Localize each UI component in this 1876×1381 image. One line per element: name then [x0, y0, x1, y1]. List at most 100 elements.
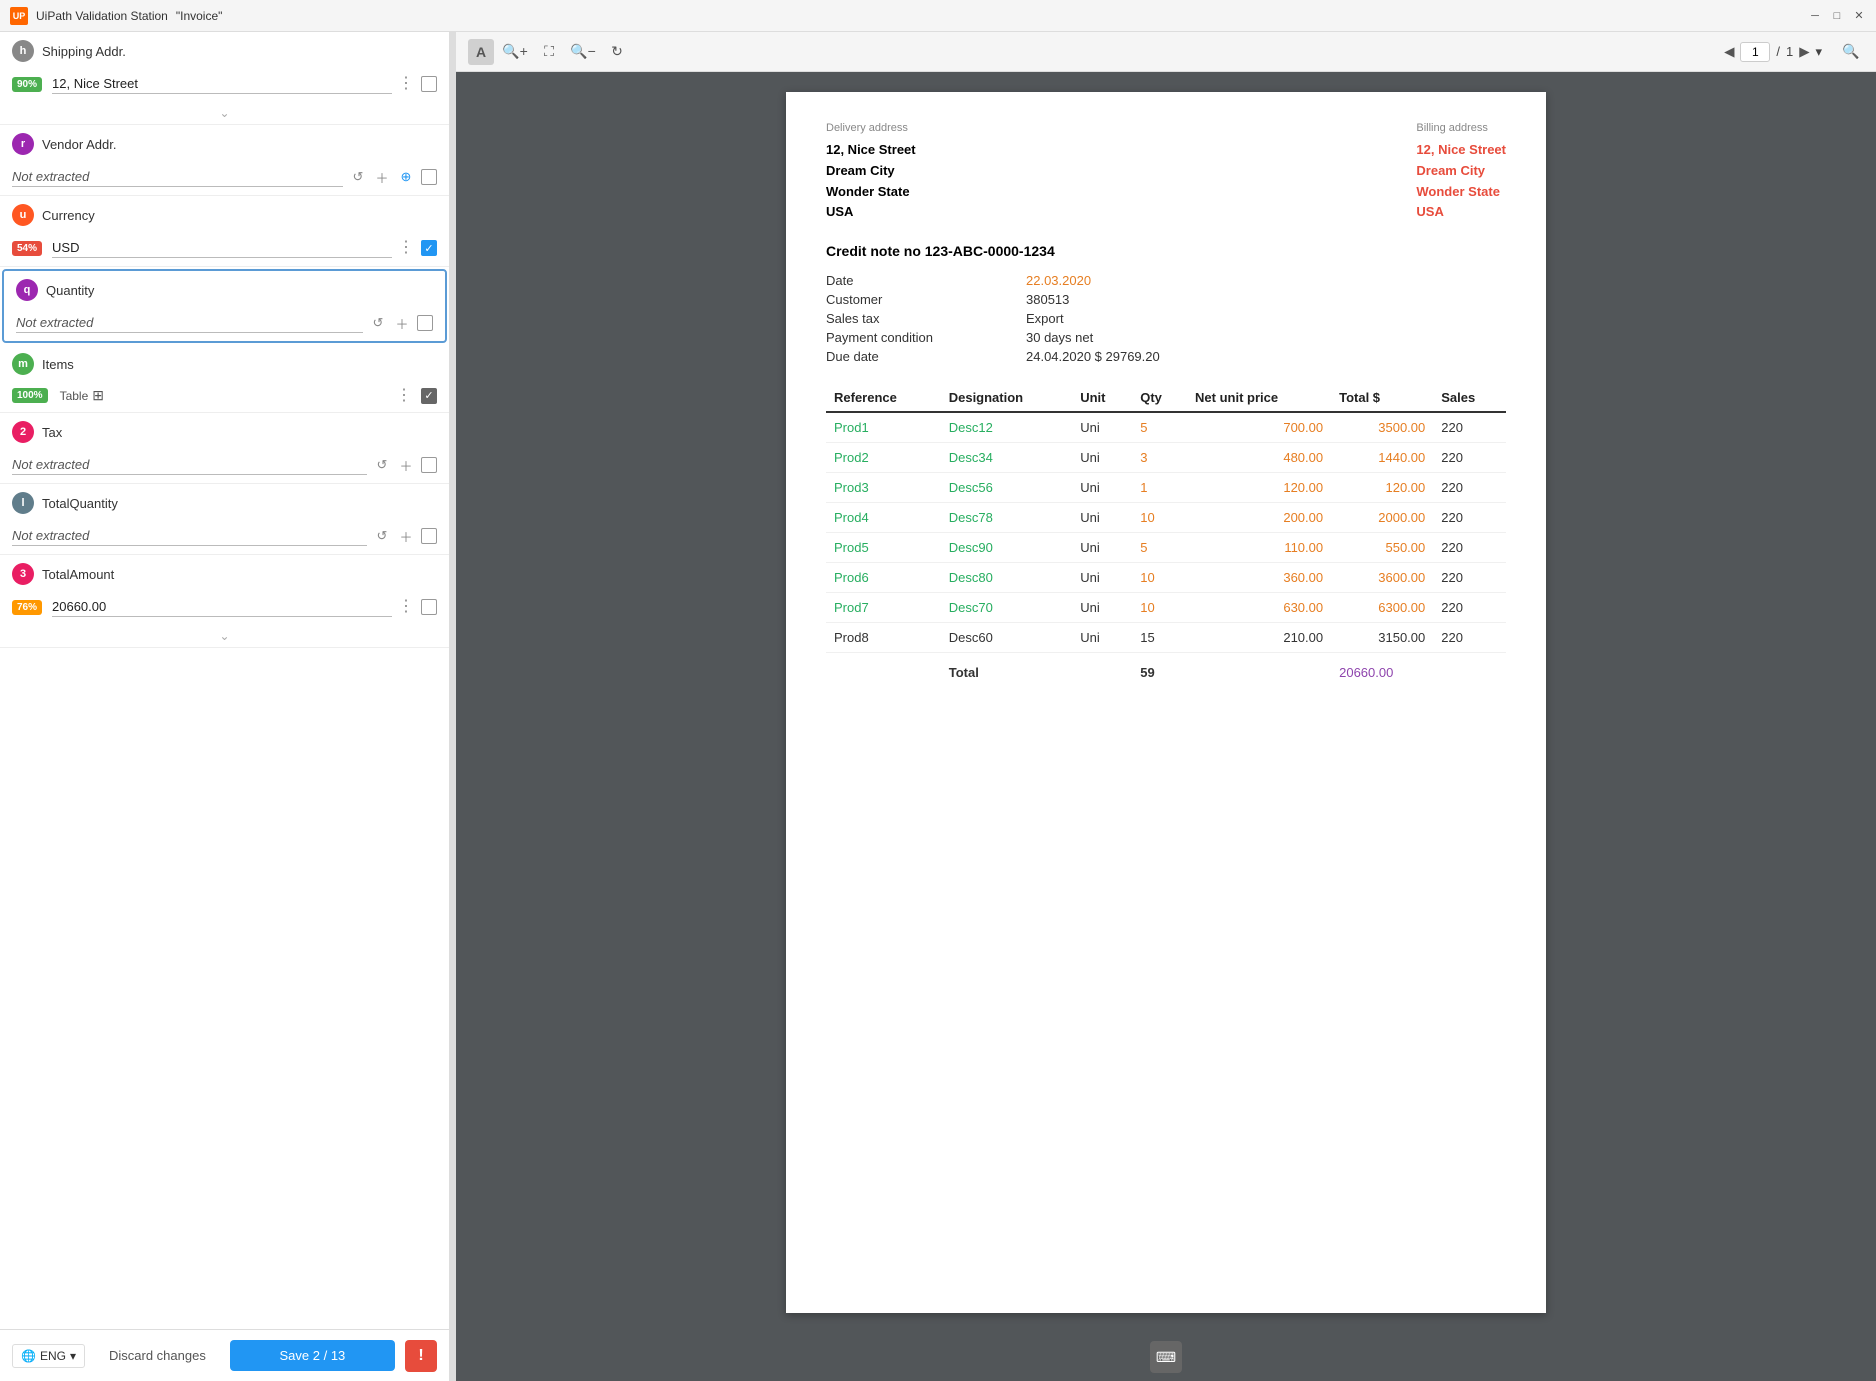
currency-value[interactable]: USD — [52, 238, 392, 258]
table-header-row: Reference Designation Unit Qty Net unit … — [826, 384, 1506, 412]
refresh-button[interactable]: ↻ — [604, 39, 630, 65]
page-dropdown-icon[interactable]: ▾ — [1815, 44, 1822, 60]
field-currency: u Currency 54% USD ⋮ ✓ — [0, 196, 449, 267]
row-unit: Uni — [1072, 623, 1132, 653]
items-dots-icon[interactable]: ⋮ — [396, 388, 413, 404]
total-net — [1187, 653, 1331, 688]
text-tool-button[interactable]: A — [468, 39, 494, 65]
table-total-row: Total 59 20660.00 — [826, 653, 1506, 688]
total-amount-dots-icon[interactable]: ⋮ — [398, 599, 415, 615]
row-qty: 10 — [1132, 503, 1187, 533]
row-qty: 10 — [1132, 593, 1187, 623]
field-tax-header: 2 Tax — [0, 413, 449, 451]
row-unit: Uni — [1072, 443, 1132, 473]
next-page-button[interactable]: ▶ — [1799, 44, 1809, 60]
page-input[interactable] — [1740, 42, 1770, 62]
currency-actions: ⋮ ✓ — [398, 240, 437, 256]
items-table-btn[interactable]: Table ⊞ — [60, 387, 104, 404]
row-desc: Desc34 — [941, 443, 1072, 473]
total-qty-undo-icon[interactable]: ↺ — [373, 527, 391, 545]
currency-checkbox[interactable]: ✓ — [421, 240, 437, 256]
items-grid-icon: ⊞ — [92, 387, 104, 404]
tax-value[interactable]: Not extracted — [12, 455, 367, 475]
row-ref: Prod6 — [826, 563, 941, 593]
field-total-quantity-label: TotalQuantity — [42, 496, 437, 511]
field-vendor-addr-value-row: Not extracted ↺ ＋ ⊕ — [0, 163, 449, 195]
field-letter-m: m — [12, 353, 34, 375]
total-qty-add-icon[interactable]: ＋ — [397, 527, 415, 545]
currency-dots-icon[interactable]: ⋮ — [398, 240, 415, 256]
search-button[interactable]: 🔍 — [1838, 39, 1864, 65]
zoom-out-button[interactable]: 🔍− — [570, 39, 596, 65]
total-amount-value[interactable]: 20660.00 — [52, 597, 392, 617]
tax-undo-icon[interactable]: ↺ — [373, 456, 391, 474]
fit-button[interactable]: ⛶ — [536, 39, 562, 65]
zoom-in-button[interactable]: 🔍+ — [502, 39, 528, 65]
delivery-address-label: Delivery address — [826, 122, 916, 134]
date-value: 22.03.2020 — [1026, 273, 1091, 288]
keyboard-button[interactable]: ⌨ — [1150, 1341, 1182, 1373]
row-qty: 5 — [1132, 412, 1187, 443]
table-footer: Total 59 20660.00 — [826, 653, 1506, 688]
close-button[interactable]: ✕ — [1852, 9, 1866, 23]
row-net: 360.00 — [1187, 563, 1331, 593]
language-label: ENG — [40, 1349, 66, 1363]
shipping-addr-value[interactable]: 12, Nice Street — [52, 74, 392, 94]
doc-field-sales-tax: Sales tax Export — [826, 311, 1506, 326]
alert-button[interactable]: ! — [405, 1340, 437, 1372]
maximize-button[interactable]: □ — [1830, 9, 1844, 23]
row-total: 6300.00 — [1331, 593, 1433, 623]
total-amount-checkbox[interactable] — [421, 599, 437, 615]
vendor-undo-icon[interactable]: ↺ — [349, 168, 367, 186]
quantity-value[interactable]: Not extracted — [16, 313, 363, 333]
discard-button[interactable]: Discard changes — [95, 1340, 220, 1371]
total-quantity-value[interactable]: Not extracted — [12, 526, 367, 546]
total-qty-checkbox[interactable] — [421, 528, 437, 544]
prev-page-button[interactable]: ◀ — [1724, 44, 1734, 60]
doc-field-due-date: Due date 24.04.2020 $ 29769.20 — [826, 349, 1506, 364]
keyboard-icon: ⌨ — [1156, 1349, 1176, 1366]
total-amount-chevron[interactable]: ⌄ — [0, 625, 449, 647]
total-label-text: Total — [941, 653, 1072, 688]
row-desc: Desc90 — [941, 533, 1072, 563]
save-button[interactable]: Save 2 / 13 — [230, 1340, 395, 1371]
vendor-addr-value[interactable]: Not extracted — [12, 167, 343, 187]
row-net: 120.00 — [1187, 473, 1331, 503]
shipping-addr-actions: ⋮ — [398, 76, 437, 92]
row-total: 120.00 — [1331, 473, 1433, 503]
sales-tax-label: Sales tax — [826, 311, 986, 326]
quantity-add-icon[interactable]: ＋ — [393, 314, 411, 332]
col-unit: Unit — [1072, 384, 1132, 412]
delivery-address-block: Delivery address 12, Nice Street Dream C… — [826, 122, 916, 223]
row-total: 1440.00 — [1331, 443, 1433, 473]
credit-note-title: Credit note no 123-ABC-0000-1234 — [826, 243, 1506, 259]
tax-checkbox[interactable] — [421, 457, 437, 473]
row-sales: 220 — [1433, 533, 1506, 563]
col-designation: Designation — [941, 384, 1072, 412]
row-net: 630.00 — [1187, 593, 1331, 623]
items-label: Items — [42, 357, 437, 372]
shipping-checkbox[interactable] — [421, 76, 437, 92]
tax-add-icon[interactable]: ＋ — [397, 456, 415, 474]
vendor-checkbox[interactable] — [421, 169, 437, 185]
total-sales — [1433, 653, 1506, 688]
total-amount-confidence-badge: 76% — [12, 600, 42, 615]
shipping-chevron[interactable]: ⌄ — [0, 102, 449, 124]
table-row: Prod3 Desc56 Uni 1 120.00 120.00 220 — [826, 473, 1506, 503]
language-selector[interactable]: 🌐 ENG ▾ — [12, 1344, 85, 1368]
vendor-add-icon[interactable]: ＋ — [373, 168, 391, 186]
document-area[interactable]: Delivery address 12, Nice Street Dream C… — [456, 72, 1876, 1333]
quantity-checkbox[interactable] — [417, 315, 433, 331]
field-letter-u: u — [12, 204, 34, 226]
globe-icon: 🌐 — [21, 1349, 36, 1363]
row-qty: 3 — [1132, 443, 1187, 473]
total-unit — [1072, 653, 1132, 688]
quantity-undo-icon[interactable]: ↺ — [369, 314, 387, 332]
minimize-button[interactable]: ─ — [1808, 9, 1822, 23]
items-checkbox[interactable]: ✓ — [421, 388, 437, 404]
vendor-circle-icon[interactable]: ⊕ — [397, 168, 415, 186]
shipping-dots-icon[interactable]: ⋮ — [398, 76, 415, 92]
delivery-line4: USA — [826, 202, 916, 223]
total-amount: 20660.00 — [1331, 653, 1433, 688]
document-page: Delivery address 12, Nice Street Dream C… — [786, 92, 1546, 1313]
